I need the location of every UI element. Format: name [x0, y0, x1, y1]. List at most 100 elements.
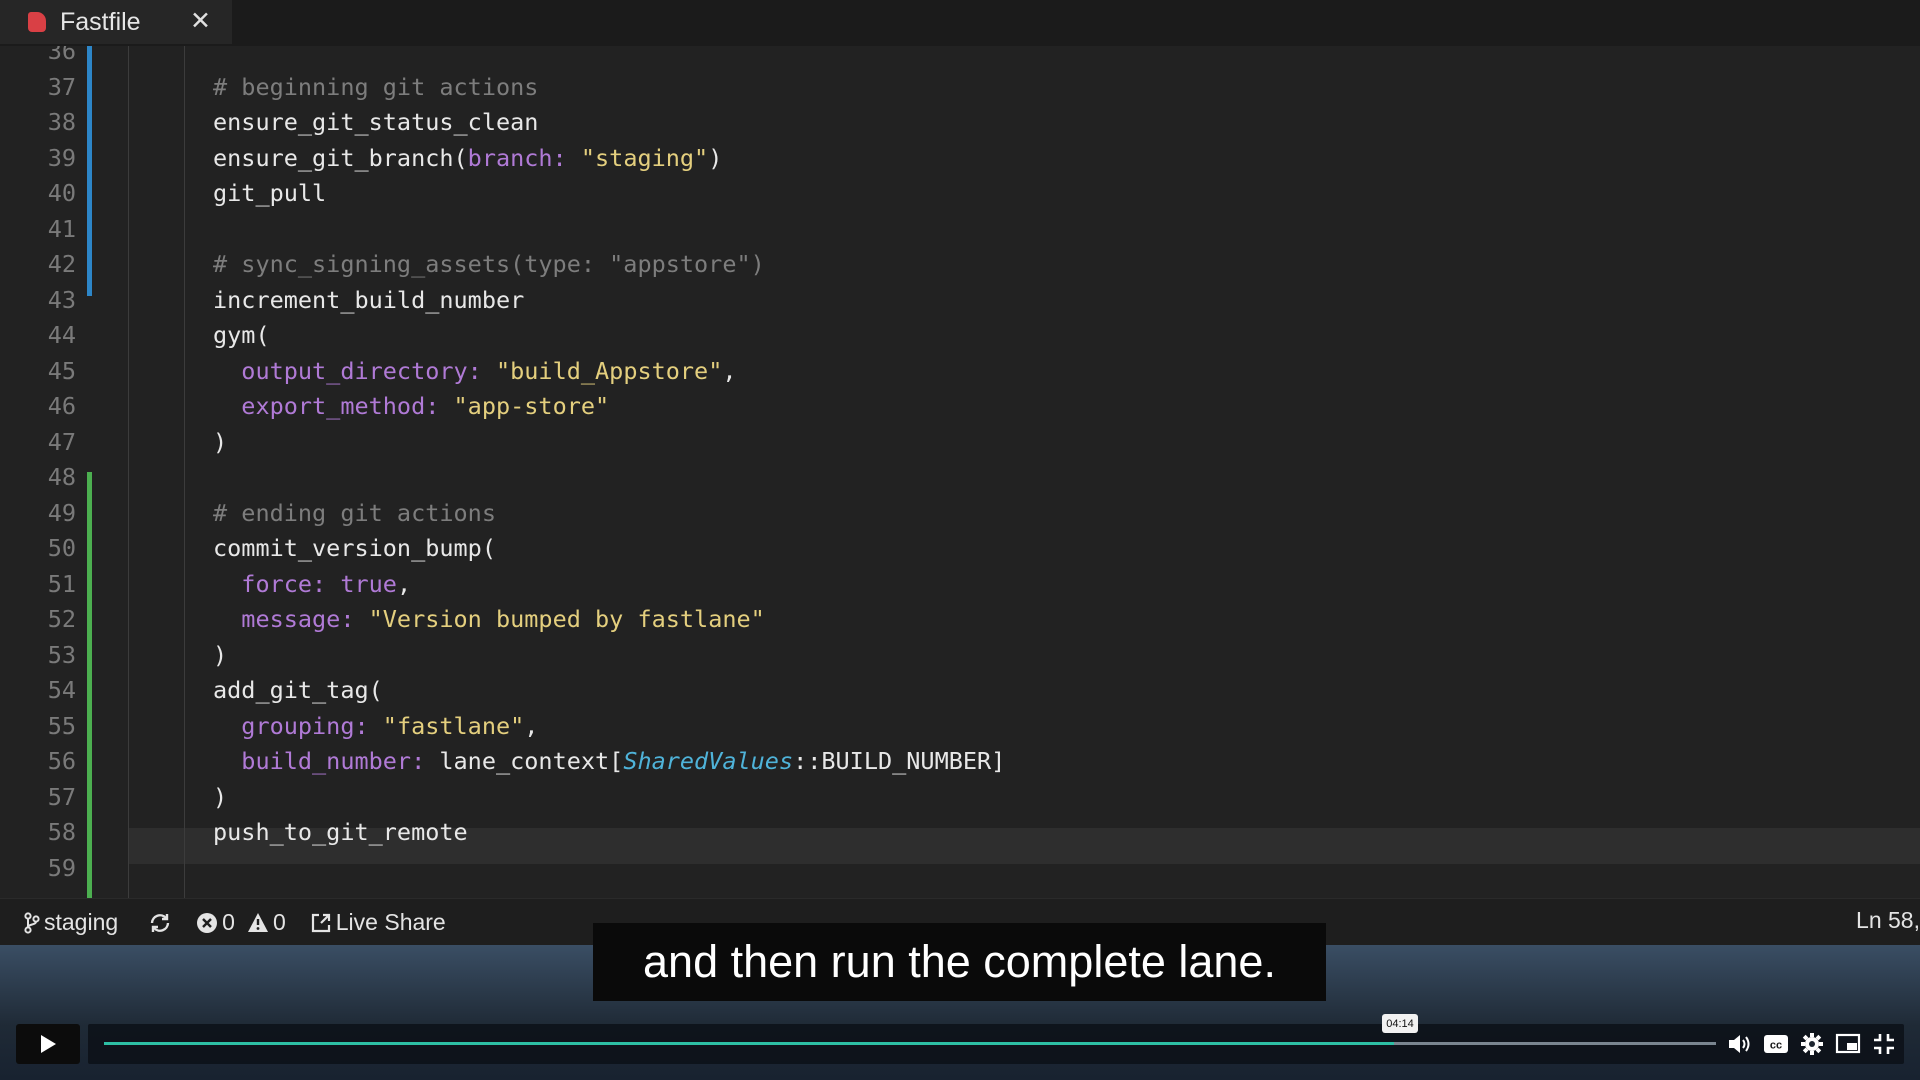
close-icon[interactable]: ✕	[190, 6, 211, 36]
code-line[interactable]: 37 # beginning git actions	[0, 70, 1920, 106]
code-text: build_number: lane_context[SharedValues:…	[213, 744, 1005, 780]
code-token: ,	[524, 711, 539, 740]
line-number: 52	[47, 605, 76, 633]
code-token: )	[213, 782, 228, 811]
code-line[interactable]: 51 force: true,	[0, 567, 1920, 603]
progress-bar[interactable]	[104, 1042, 1716, 1045]
code-line[interactable]: 56 build_number: lane_context[SharedValu…	[0, 744, 1920, 780]
volume-button[interactable]	[1726, 1030, 1754, 1058]
code-token: ensure_git_status_clean	[213, 108, 539, 136]
code-text: output_directory: "build_Appstore",	[213, 354, 736, 390]
code-token: "fastlane"	[382, 711, 525, 740]
line-number: 44	[47, 321, 76, 349]
settings-button[interactable]	[1798, 1030, 1826, 1058]
code-text: gym(	[213, 318, 270, 354]
line-number: 54	[47, 676, 76, 704]
warning-icon	[247, 912, 268, 932]
code-token: ::BUILD_NUMBER]	[793, 747, 1006, 775]
code-text: grouping: "fastlane",	[213, 709, 538, 745]
code-token: "build_Appstore"	[495, 356, 723, 385]
problems-indicator[interactable]: 0 0	[196, 909, 286, 936]
volume-icon	[1729, 1035, 1750, 1053]
line-number: 59	[47, 853, 76, 882]
sync-button[interactable]	[148, 911, 172, 935]
code-line[interactable]: 54 add_git_tag(	[0, 673, 1920, 709]
live-share-button[interactable]: Live Share	[310, 909, 446, 936]
line-number: 43	[47, 285, 76, 314]
branch-name: staging	[44, 909, 119, 935]
code-text: # beginning git actions	[213, 70, 538, 106]
line-number: 37	[47, 72, 76, 101]
code-text: # sync_signing_assets(type: "appstore")	[213, 247, 765, 283]
code-line[interactable]: 48	[0, 460, 1920, 496]
play-icon	[41, 1035, 56, 1053]
line-number: 41	[47, 214, 76, 243]
exit-fullscreen-icon	[1874, 1034, 1894, 1054]
code-line[interactable]: 44 gym(	[0, 318, 1920, 354]
code-line[interactable]: 45 output_directory: "build_Appstore",	[0, 354, 1920, 390]
play-button[interactable]	[16, 1024, 80, 1064]
tab-fastfile[interactable]: Fastfile ✕	[0, 0, 232, 44]
code-token: git_pull	[213, 179, 327, 207]
code-token: "staging"	[580, 143, 709, 172]
code-text: )	[213, 638, 227, 674]
code-token: true	[340, 569, 397, 598]
line-number: 58	[47, 818, 76, 846]
code-line[interactable]: 49 # ending git actions	[0, 496, 1920, 532]
code-line[interactable]: 41	[0, 212, 1920, 248]
line-number: 36	[47, 46, 76, 65]
code-editor[interactable]: 36 37 # beginning git actions 38 ensure_git_…	[0, 46, 1920, 898]
code-token: "app-store"	[453, 392, 610, 420]
line-number: 51	[47, 569, 76, 598]
line-number: 42	[47, 250, 76, 278]
code-line[interactable]: 42 # sync_signing_assets(type: "appstore"…	[0, 247, 1920, 283]
line-number: 50	[47, 534, 76, 562]
code-line[interactable]: 58 push_to_git_remote	[0, 815, 1920, 851]
code-token: ensure_git_branch(	[213, 143, 468, 172]
captions-button[interactable]: cc	[1762, 1030, 1790, 1058]
exit-fullscreen-button[interactable]	[1870, 1030, 1898, 1058]
code-token: add_git_tag(	[213, 676, 383, 704]
code-token: # sync_signing_assets(type: "appstore")	[213, 250, 765, 278]
code-line[interactable]: 46 export_method: "app-store"	[0, 389, 1920, 425]
code-line[interactable]: 50 commit_version_bump(	[0, 531, 1920, 567]
code-line[interactable]: 59	[0, 851, 1920, 887]
code-line[interactable]: 36	[0, 46, 1920, 70]
code-token: increment_build_number	[213, 285, 525, 314]
line-number: 39	[47, 143, 76, 172]
code-line[interactable]: 52 message: "Version bumped by fastlane"	[0, 602, 1920, 638]
code-text: )	[213, 780, 227, 816]
code-line[interactable]: 38 ensure_git_status_clean	[0, 105, 1920, 141]
code-line[interactable]: 39 ensure_git_branch(branch: "staging")	[0, 141, 1920, 177]
branch-indicator[interactable]: staging	[24, 909, 118, 936]
code-text: message: "Version bumped by fastlane"	[213, 602, 765, 638]
code-token: build_number:	[241, 747, 426, 775]
code-text: )	[213, 425, 227, 461]
code-line[interactable]: 57)	[0, 780, 1920, 816]
code-token: gym(	[213, 321, 270, 349]
code-line[interactable]: 47)	[0, 425, 1920, 461]
pip-button[interactable]	[1834, 1030, 1862, 1058]
cursor-position[interactable]: Ln 58,	[1856, 907, 1920, 934]
line-number: 53	[47, 640, 76, 669]
code-text: ensure_git_branch(branch: "staging")	[213, 141, 722, 177]
code-token: # beginning git actions	[213, 72, 539, 101]
code-line[interactable]: 43 increment_build_number	[0, 283, 1920, 319]
line-number: 57	[47, 782, 76, 811]
warning-count: 0	[272, 909, 286, 935]
code-text: force: true,	[213, 567, 411, 603]
code-line[interactable]: 53)	[0, 638, 1920, 674]
line-number: 48	[47, 463, 76, 491]
code-line[interactable]: 55 grouping: "fastlane",	[0, 709, 1920, 745]
code-token: commit_version_bump(	[213, 534, 496, 562]
code-text: add_git_tag(	[213, 673, 383, 709]
picture-in-picture-icon	[1835, 1033, 1861, 1054]
code-token: )	[708, 143, 723, 172]
code-token: )	[213, 640, 228, 669]
code-text: increment_build_number	[213, 283, 524, 319]
code-line[interactable]: 40 git_pull	[0, 176, 1920, 212]
